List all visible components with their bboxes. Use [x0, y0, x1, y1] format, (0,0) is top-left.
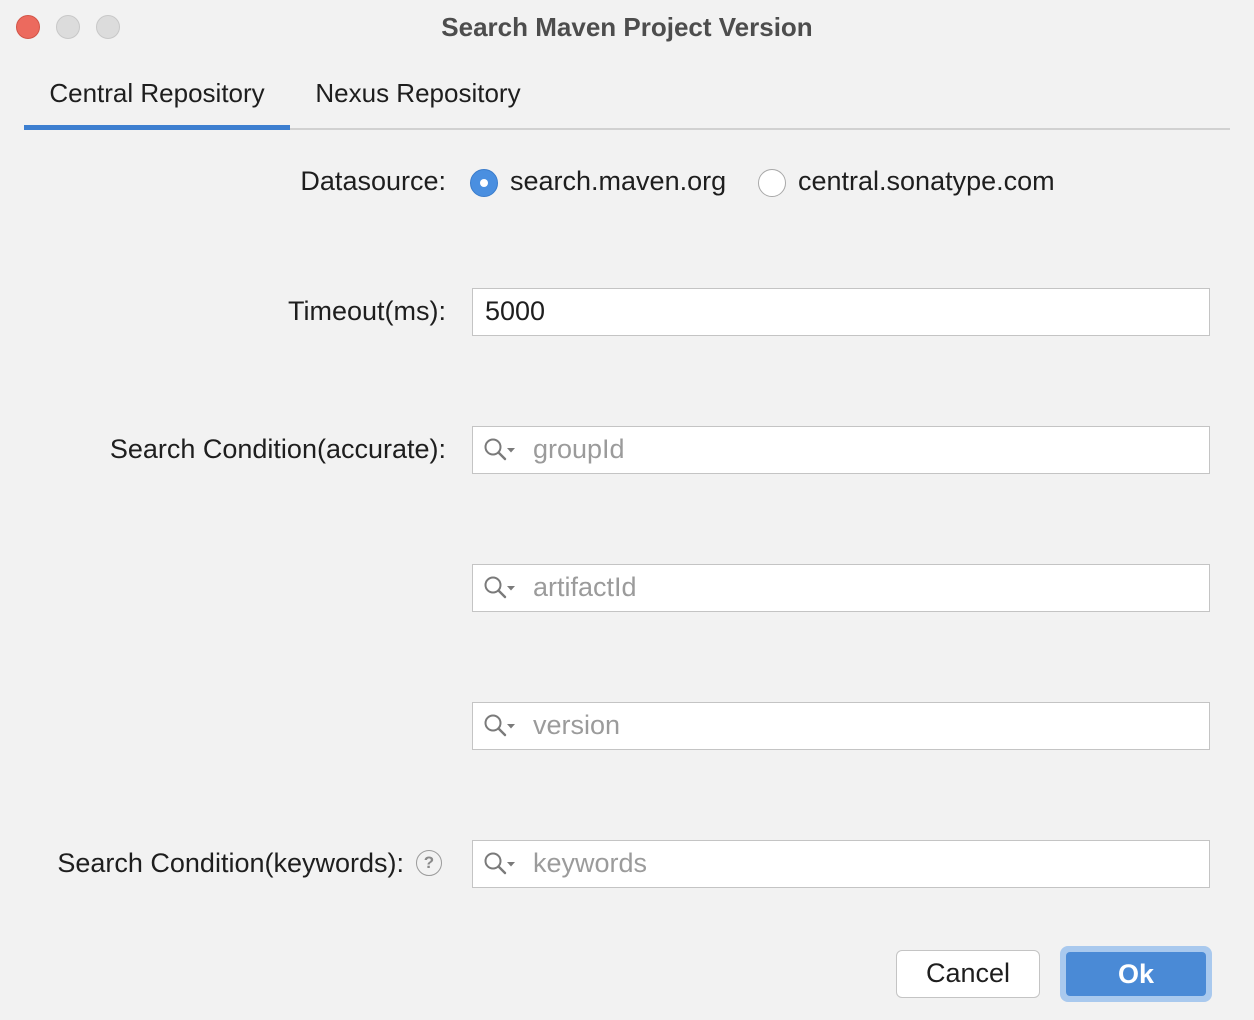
title-bar: Search Maven Project Version	[0, 0, 1254, 56]
version-input[interactable]	[533, 703, 1193, 747]
version-field[interactable]	[472, 702, 1210, 750]
radio-search-maven-org[interactable]	[470, 169, 498, 197]
timeout-input[interactable]	[485, 289, 1185, 333]
datasource-label: Datasource:	[300, 166, 446, 196]
search-icon[interactable]	[483, 713, 519, 739]
radio-label-central-sonatype-com[interactable]: central.sonatype.com	[798, 166, 1055, 197]
help-icon[interactable]: ?	[416, 850, 442, 876]
radio-label-search-maven-org[interactable]: search.maven.org	[510, 166, 726, 197]
tab-bar: Central Repository Nexus Repository	[24, 70, 1230, 130]
search-icon[interactable]	[483, 851, 519, 877]
search-icon[interactable]	[483, 437, 519, 463]
search-condition-accurate-label: Search Condition(accurate):	[109, 434, 446, 464]
timeout-field[interactable]	[472, 288, 1210, 336]
groupid-input[interactable]	[533, 427, 1193, 471]
search-icon[interactable]	[483, 575, 519, 601]
window-title: Search Maven Project Version	[441, 12, 813, 42]
keywords-input[interactable]	[533, 841, 1193, 885]
tab-nexus-repository[interactable]: Nexus Repository	[290, 70, 546, 128]
search-condition-keywords-label: Search Condition(keywords):	[57, 848, 404, 878]
ok-button[interactable]: Ok	[1066, 952, 1206, 996]
radio-central-sonatype-com[interactable]	[758, 169, 786, 197]
timeout-label: Timeout(ms):	[287, 296, 446, 326]
keywords-field[interactable]	[472, 840, 1210, 888]
cancel-button[interactable]: Cancel	[896, 950, 1040, 998]
artifactid-input[interactable]	[533, 565, 1193, 609]
groupid-field[interactable]	[472, 426, 1210, 474]
tab-central-repository[interactable]: Central Repository	[24, 70, 290, 130]
artifactid-field[interactable]	[472, 564, 1210, 612]
